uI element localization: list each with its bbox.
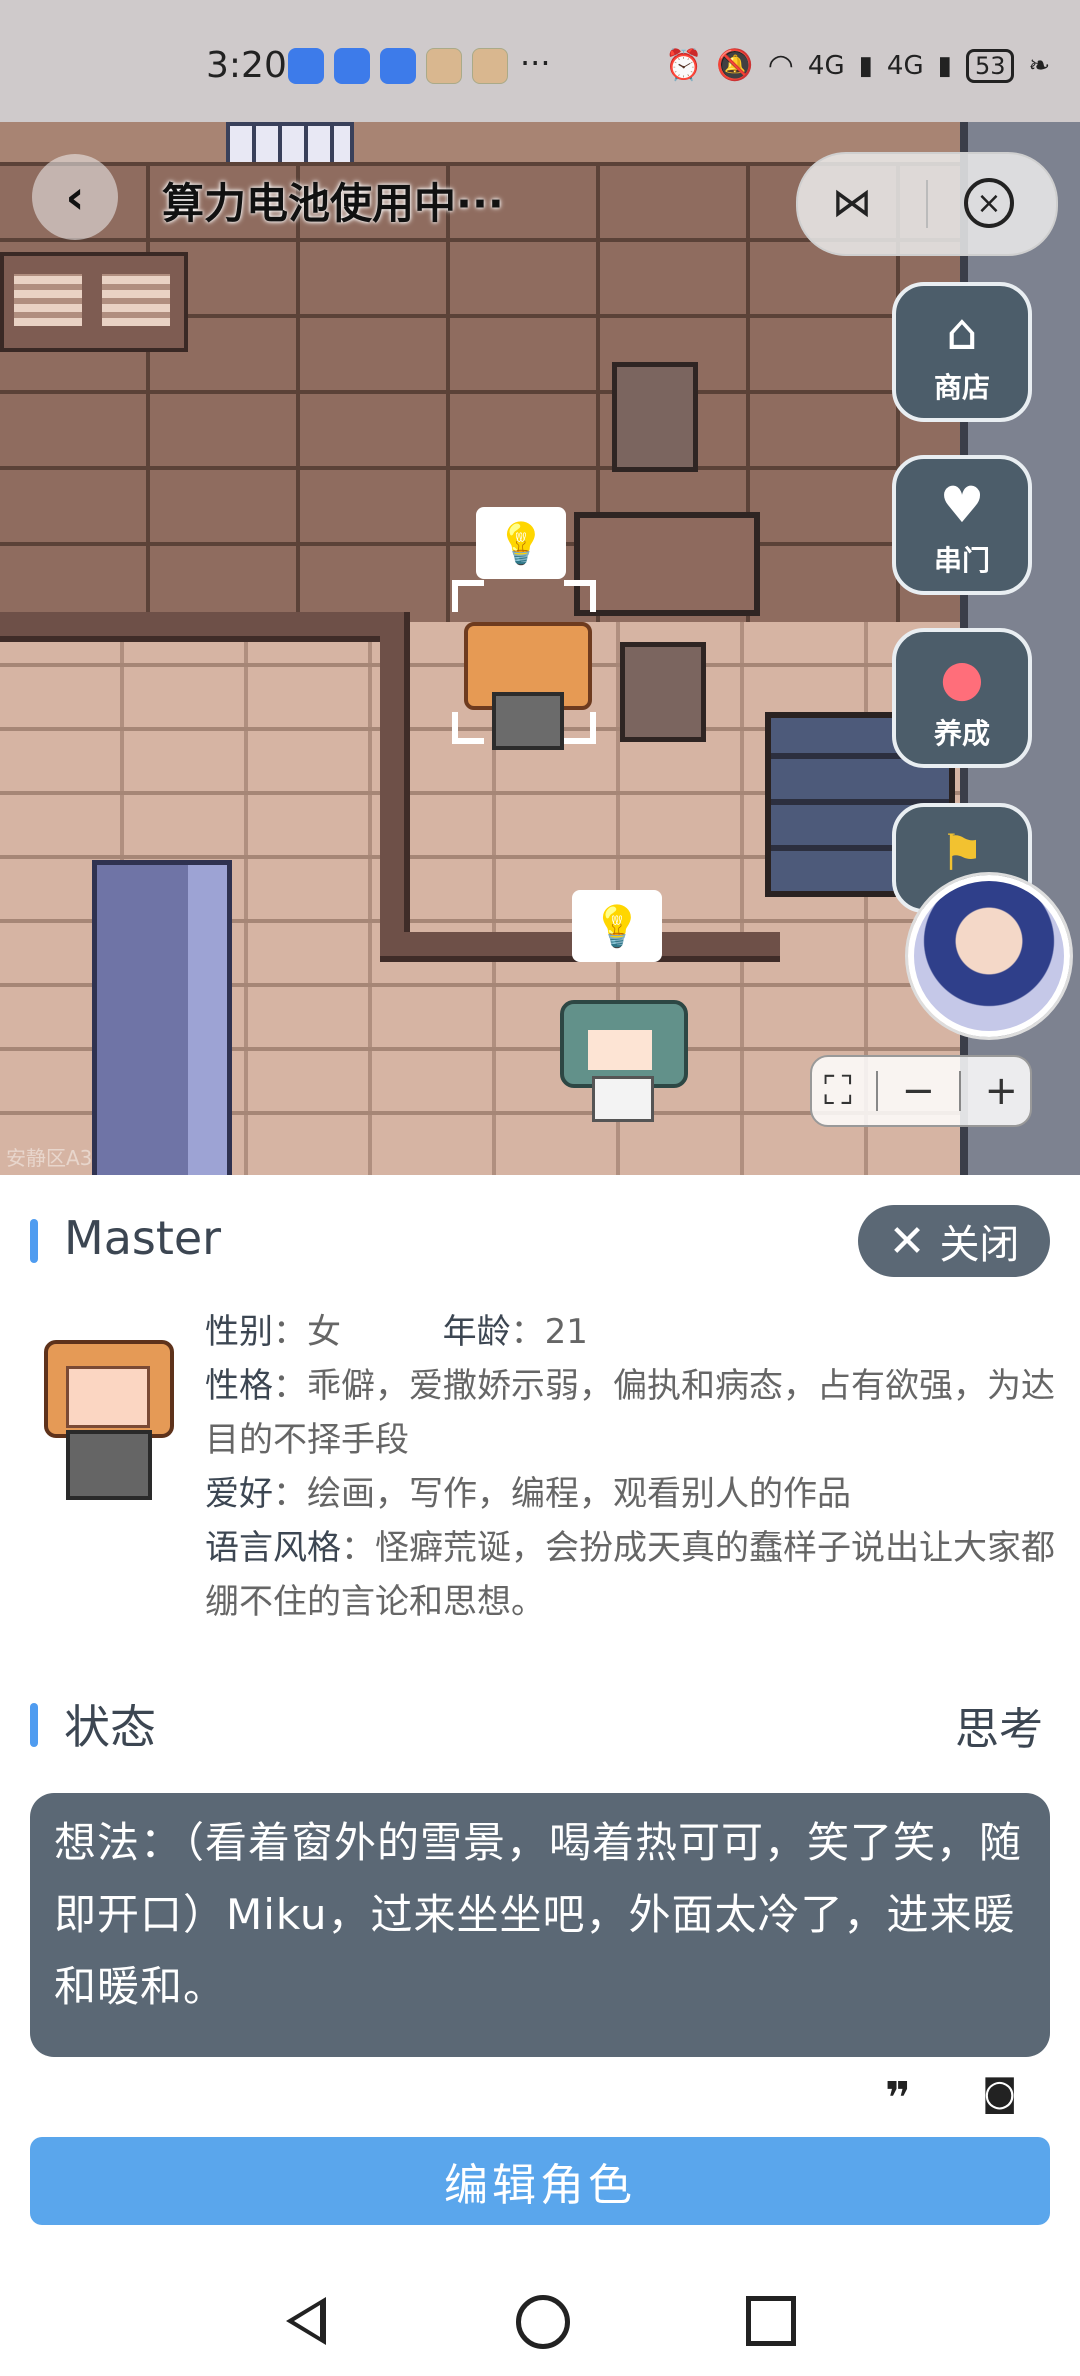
lightbulb-icon: 💡 xyxy=(476,507,566,579)
assistant-avatar[interactable] xyxy=(908,875,1070,1037)
top-bar: ‹ 算力电池使用中··· ⋈ × xyxy=(0,122,1080,272)
fit-screen-icon[interactable]: ⛶ xyxy=(824,1068,852,1114)
alarm-app-icon xyxy=(380,48,416,84)
wifi-icon: ◠ xyxy=(767,48,794,83)
network-label: 4G xyxy=(886,50,924,81)
alarm-app-icon xyxy=(288,48,324,84)
table-sprite xyxy=(574,512,760,616)
pillar-sprite xyxy=(92,860,232,1175)
gender-label: 性别 xyxy=(205,1312,273,1352)
notification-icons xyxy=(288,48,508,84)
zoom-controls: ⛶ − + xyxy=(810,1055,1032,1127)
inner-wall xyxy=(380,612,410,952)
alarm-app-icon xyxy=(334,48,370,84)
age-value: 21 xyxy=(544,1312,588,1352)
chair-sprite xyxy=(612,362,698,472)
paw-icon: ● xyxy=(940,649,984,707)
leaf-icon: ❧ xyxy=(1028,50,1051,81)
shop-label: 商店 xyxy=(933,371,990,404)
status-bar: 3:20 ··· ⏰ 🔕 ◠ 4G ▮ 4G ▮ 53 ❧ xyxy=(0,0,1080,122)
style-label: 语言风格 xyxy=(205,1528,341,1568)
personality-label: 性格 xyxy=(205,1366,273,1406)
thought-bubble: 想法：（看着窗外的雪景，喝着热可可，笑了笑，随即开口）Miku，过来坐坐吧，外面… xyxy=(30,1793,1050,2057)
character-info-panel: Master ✕ 关闭 性别：女 年龄：21 性格：乖僻，爱撒娇示弱，偏执和病态… xyxy=(0,1175,1080,2265)
chair-sprite xyxy=(620,642,706,742)
system-nav-bar xyxy=(0,2265,1080,2376)
state-value: 思考 xyxy=(955,1704,1043,1755)
age-label: 年龄 xyxy=(442,1312,511,1352)
visit-label: 串门 xyxy=(933,544,990,577)
camera-icon[interactable]: ◙ xyxy=(982,2073,1017,2114)
gender-value: 女 xyxy=(307,1312,341,1352)
network-label: 4G xyxy=(807,50,845,81)
zoom-in-icon[interactable]: + xyxy=(985,1068,1019,1114)
quote-icon[interactable]: ❞ xyxy=(885,2073,911,2124)
battery-level: 53 xyxy=(965,48,1015,83)
more-notifications: ··· xyxy=(520,44,551,82)
selection-corner xyxy=(564,712,596,744)
share-icon[interactable]: ⋈ xyxy=(832,180,872,226)
nurture-button[interactable]: ● 养成 xyxy=(892,628,1032,768)
hobby-value: 绘画，写作，编程，观看别人的作品 xyxy=(307,1474,851,1514)
shop-button[interactable]: ⌂ 商店 xyxy=(892,282,1032,422)
nurture-label: 养成 xyxy=(933,717,990,750)
selection-corner xyxy=(452,712,484,744)
edit-character-button[interactable]: 编辑角色 xyxy=(30,2137,1050,2225)
inner-wall xyxy=(0,612,400,642)
status-indicators: ⏰ 🔕 ◠ 4G ▮ 4G ▮ 53 ❧ xyxy=(665,48,1050,83)
brick-wall xyxy=(0,390,960,470)
app-notification-icon xyxy=(426,48,462,84)
lightbulb-icon: 💡 xyxy=(572,890,662,962)
selection-corner xyxy=(452,580,484,612)
mute-icon: 🔕 xyxy=(716,48,754,83)
section-marker xyxy=(30,1219,38,1263)
close-panel-button[interactable]: ✕ 关闭 xyxy=(858,1205,1050,1277)
nav-back-icon[interactable] xyxy=(286,2297,326,2345)
app-notification-icon xyxy=(472,48,508,84)
status-time: 3:20 xyxy=(206,45,287,86)
house-heart-icon: ♥ xyxy=(939,476,985,534)
back-button[interactable]: ‹ xyxy=(32,154,118,240)
chevron-left-icon: ‹ xyxy=(65,170,85,224)
zoom-divider xyxy=(958,1071,961,1111)
character-attributes: 性别：女 年龄：21 性格：乖僻，爱撒娇示弱，偏执和病态，占有欲强，为达目的不择… xyxy=(205,1312,1055,1622)
selection-corner xyxy=(564,580,596,612)
close-label: 关闭 xyxy=(939,1222,1020,1268)
mini-program-capsule: ⋈ × xyxy=(796,152,1058,256)
page-title: 算力电池使用中··· xyxy=(162,179,504,228)
zoom-out-icon[interactable]: − xyxy=(901,1068,935,1114)
area-watermark: 安静区A3 xyxy=(6,1146,93,1170)
character-portrait xyxy=(36,1330,174,1500)
close-icon[interactable]: × xyxy=(964,178,1014,228)
visit-button[interactable]: ♥ 串门 xyxy=(892,455,1032,595)
close-x-icon: ✕ xyxy=(888,1215,926,1267)
nav-recents-icon[interactable] xyxy=(746,2296,796,2346)
flag-icon: ⚑ xyxy=(939,824,985,882)
alarm-icon: ⏰ xyxy=(665,48,703,83)
state-title: 状态 xyxy=(64,1700,156,1754)
personality-value: 乖僻，爱撒娇示弱，偏执和病态，占有欲强，为达目的不择手段 xyxy=(205,1366,1055,1460)
character-name: Master xyxy=(64,1211,222,1265)
hobby-label: 爱好 xyxy=(205,1474,273,1514)
shop-icon: ⌂ xyxy=(946,303,978,361)
miku-character[interactable] xyxy=(560,960,688,1122)
section-marker xyxy=(30,1703,38,1747)
capsule-divider xyxy=(926,180,928,228)
signal-icon: ▮ xyxy=(937,50,952,81)
zoom-divider xyxy=(875,1071,878,1111)
signal-icon: ▮ xyxy=(858,50,873,81)
nav-home-icon[interactable] xyxy=(516,2295,570,2349)
